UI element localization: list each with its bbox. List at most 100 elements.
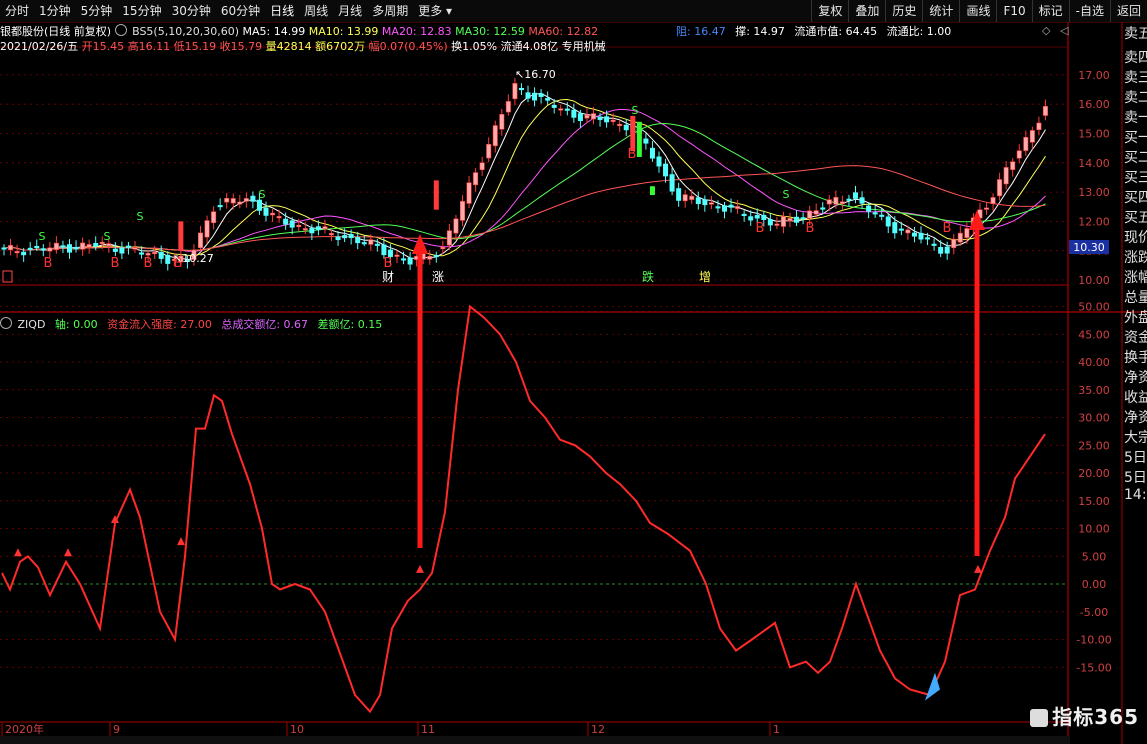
change-value: 幅0.07(0.45%)	[368, 40, 448, 53]
candle-body	[512, 83, 518, 100]
candle-body	[407, 257, 413, 265]
candle-body	[230, 198, 236, 204]
candle-body	[381, 244, 387, 256]
candle-body	[328, 233, 334, 236]
candle-body	[14, 251, 20, 254]
inflow-value: 资金流入强度: 27.00	[107, 318, 212, 331]
float-shares-value: 流通4.08亿	[500, 40, 559, 53]
candle-body	[466, 182, 472, 204]
candle-body	[158, 251, 164, 259]
gear-icon[interactable]	[114, 24, 127, 36]
candle-body	[702, 199, 708, 206]
quote-panel-label: 外盘	[1124, 310, 1147, 326]
candle-body	[335, 236, 341, 241]
candle-body	[374, 243, 380, 246]
candle-body	[60, 245, 66, 248]
candle-body	[682, 194, 688, 202]
kline-info-row-1: 银都股份(日线 前复权) BS5(5,10,20,30,60) MA5: 14.…	[0, 23, 598, 39]
time-tick-label: 12	[591, 723, 605, 736]
candle-body	[145, 253, 151, 256]
open-value: 开15.45	[81, 40, 125, 53]
buy-signal-marker: B	[111, 256, 120, 271]
support-value: 撑: 14.97	[735, 25, 785, 38]
candle-body	[774, 223, 780, 226]
candle-body	[1023, 136, 1029, 151]
candle-body	[237, 201, 243, 205]
price-tick-label: 12.00	[1078, 215, 1110, 228]
quote-panel-label: 买五	[1124, 210, 1147, 226]
ma5-line	[3, 92, 1046, 261]
candle-body	[846, 198, 852, 201]
candle-body	[283, 218, 289, 225]
quote-panel-label: 收益	[1124, 390, 1147, 406]
logo-icon	[1030, 709, 1049, 727]
candle-body	[433, 254, 439, 258]
candle-body	[551, 104, 557, 108]
candle-body	[800, 217, 806, 220]
candle-body	[787, 218, 793, 222]
sell-signal-marker: S	[632, 104, 639, 117]
ma60-value: MA60: 12.82	[528, 25, 599, 38]
candle-body	[656, 156, 662, 167]
quote-panel-label: 资金	[1124, 330, 1147, 346]
candle-body	[918, 232, 924, 240]
candle-body	[112, 248, 118, 252]
candle-body	[931, 243, 937, 246]
candle-body	[198, 232, 204, 249]
quote-panel-label: 卖三	[1124, 70, 1147, 86]
candle-body	[964, 228, 970, 238]
indicator-name[interactable]: BS5(5,10,20,30,60)	[132, 25, 239, 38]
buy-signal-marker: B	[756, 221, 765, 236]
diamond-icon[interactable]: ◇	[1042, 24, 1050, 37]
stock-chart[interactable]: B B B B BBB B BS SSS SS↖16.70↖10.27财涨跌增 17.0016.…	[0, 0, 1147, 744]
quote-panel-label: 净资	[1124, 370, 1147, 386]
watermark: 指标365	[1030, 701, 1139, 730]
indicator-tick-label: 10.00	[1078, 523, 1110, 536]
candle-body	[224, 197, 230, 203]
event-tag: 财	[382, 270, 394, 284]
candle-body	[119, 247, 125, 254]
candle-body	[584, 114, 590, 119]
candle-body	[997, 179, 1003, 197]
bottom-tab-bar[interactable]	[0, 736, 1070, 744]
buy-signal-marker: B	[943, 221, 952, 236]
gear-icon[interactable]	[0, 317, 12, 329]
candle-body	[689, 195, 695, 200]
candle-body	[558, 108, 564, 111]
candle-body	[302, 228, 308, 231]
pressure-value: 阻: 16.47	[676, 25, 726, 38]
buy-signal-marker: B	[628, 147, 637, 162]
candle-body	[590, 113, 596, 120]
candle-body	[879, 214, 885, 217]
indicator-title[interactable]: ZIQD	[18, 318, 46, 331]
expand-icon[interactable]: ◁	[1060, 24, 1068, 37]
quote-panel-label: 卖四	[1124, 50, 1147, 66]
candle-body	[368, 239, 374, 245]
candle-body	[813, 210, 819, 215]
price-tick-label: 17.00	[1078, 69, 1110, 82]
quote-panel-label: 买三	[1124, 170, 1147, 186]
candle-body	[735, 206, 741, 209]
indicator-tick-label: 20.00	[1078, 467, 1110, 480]
candle-body	[610, 119, 616, 122]
amount-value: 额6702万	[315, 40, 366, 53]
quote-panel-label: 净资	[1124, 410, 1147, 426]
indicator-tick-label: -5.00	[1080, 606, 1108, 619]
up-arrow-marker	[177, 537, 185, 546]
candle-body	[1029, 130, 1035, 143]
buy-signal-marker: B	[44, 256, 53, 271]
ma10-line	[3, 98, 1046, 257]
time-tick-label: 10	[290, 723, 304, 736]
candle-body	[905, 229, 911, 234]
candle-body	[86, 244, 92, 248]
candle-body	[951, 238, 957, 249]
candle-body	[604, 116, 610, 123]
candle-body	[721, 205, 727, 212]
candle-body	[767, 219, 773, 226]
candle-body	[715, 206, 721, 209]
axis-value: 轴: 0.00	[54, 318, 98, 331]
indicator-tick-label: 50.00	[1078, 301, 1110, 314]
candle-body	[577, 113, 583, 122]
candle-body	[866, 205, 872, 212]
quote-panel-label: 卖二	[1124, 90, 1147, 106]
